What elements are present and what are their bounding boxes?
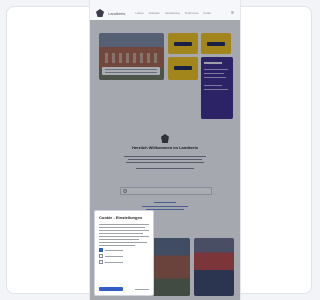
nav-item[interactable]: Kultur (203, 11, 211, 15)
menu-icon[interactable]: ≡ (231, 10, 234, 16)
brand-name[interactable]: Landkreis (108, 11, 125, 16)
nav-item[interactable]: Tourismus (185, 11, 199, 15)
cookie-dialog-text (99, 224, 149, 246)
nav-item[interactable]: Leben (135, 11, 143, 15)
crest-logo-icon[interactable] (96, 9, 104, 17)
cookie-option-statistics[interactable] (99, 254, 149, 258)
checkbox[interactable] (99, 260, 103, 264)
nav-item[interactable]: Verwaltung (165, 11, 180, 15)
cookie-consent-dialog: Cookie - Einstellungen (94, 210, 154, 296)
settings-link[interactable] (135, 288, 149, 290)
cookie-option-necessary[interactable] (99, 248, 149, 252)
accept-button[interactable] (99, 287, 123, 291)
cookie-option-marketing[interactable] (99, 260, 149, 264)
site-header: Landkreis Leben Arbeiten Verwaltung Tour… (90, 6, 240, 20)
checkbox[interactable] (99, 254, 103, 258)
checkbox[interactable] (99, 248, 103, 252)
main-nav: Leben Arbeiten Verwaltung Tourismus Kult… (135, 11, 211, 15)
nav-item[interactable]: Arbeiten (149, 11, 160, 15)
cookie-dialog-title: Cookie - Einstellungen (99, 215, 143, 220)
